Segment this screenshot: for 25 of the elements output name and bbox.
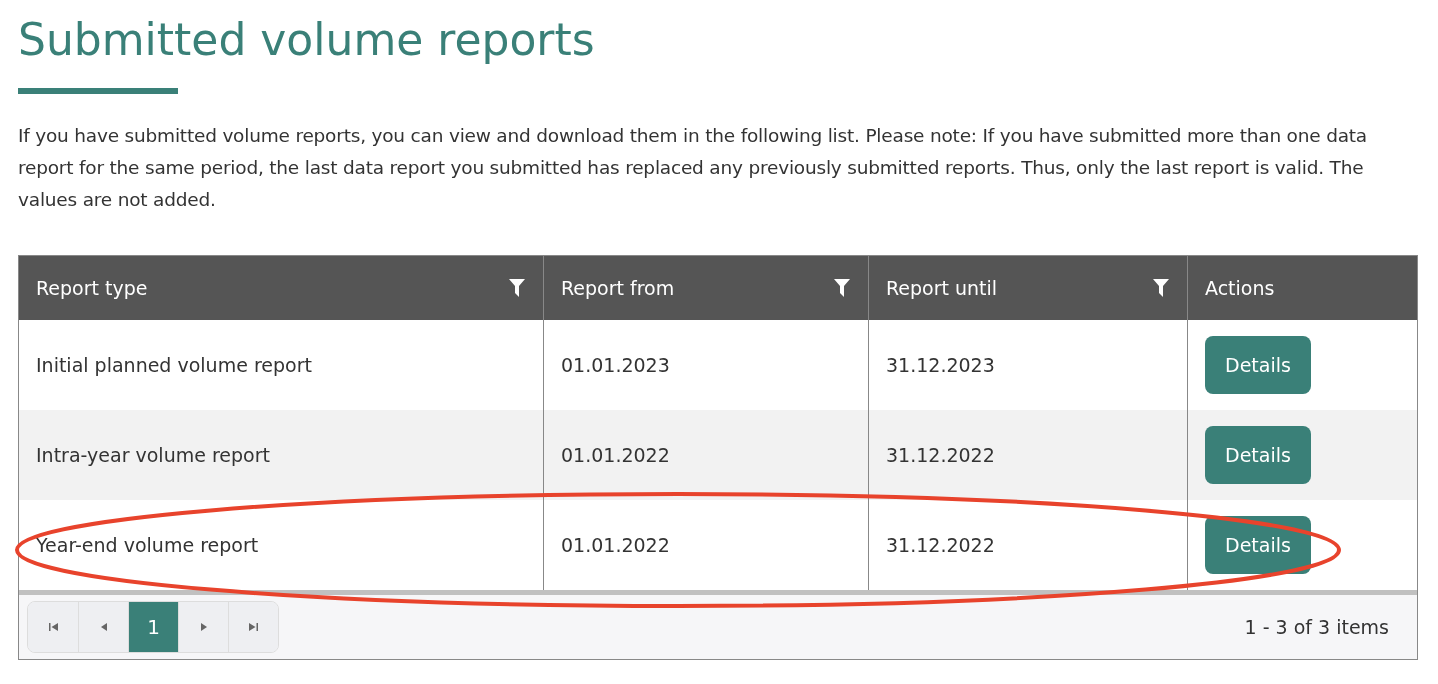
column-header[interactable]: Report type xyxy=(19,256,543,320)
column-header[interactable]: Report from xyxy=(543,256,868,320)
table-cell: 01.01.2022 xyxy=(543,410,868,500)
first-page-button[interactable] xyxy=(28,602,78,652)
filter-icon[interactable] xyxy=(509,279,525,297)
filter-icon[interactable] xyxy=(1153,279,1169,297)
next-page-button[interactable] xyxy=(178,602,228,652)
last-page-icon xyxy=(246,620,261,634)
page-title: Submitted volume reports xyxy=(18,13,596,67)
items-summary: 1 - 3 of 3 items xyxy=(1244,616,1389,638)
details-button[interactable]: Details xyxy=(1205,426,1311,484)
details-button[interactable]: Details xyxy=(1205,336,1311,394)
first-page-icon xyxy=(46,620,60,634)
previous-page-button[interactable] xyxy=(78,602,128,652)
column-header[interactable]: Report until xyxy=(868,256,1187,320)
table-cell: Year-end volume report xyxy=(19,500,543,590)
intro-paragraph: If you have submitted volume reports, you can view and download them in the following list. Please note: If you have submitted more than one data report for the same period, the last data report you submitted has replaced any previously submitted reports. Thus, only the last report is valid. The values are not added. xyxy=(18,124,1368,212)
table-cell: Intra-year volume report xyxy=(19,410,543,500)
page-button[interactable]: 1 xyxy=(128,602,178,652)
table-cell: 31.12.2022 xyxy=(868,410,1187,500)
filter-icon[interactable] xyxy=(834,279,850,297)
last-page-button[interactable] xyxy=(228,602,278,652)
table-cell-text: Initial planned volume report xyxy=(35,353,313,378)
details-button[interactable]: Details xyxy=(1205,516,1311,574)
column-header[interactable]: Actions xyxy=(1187,256,1417,320)
